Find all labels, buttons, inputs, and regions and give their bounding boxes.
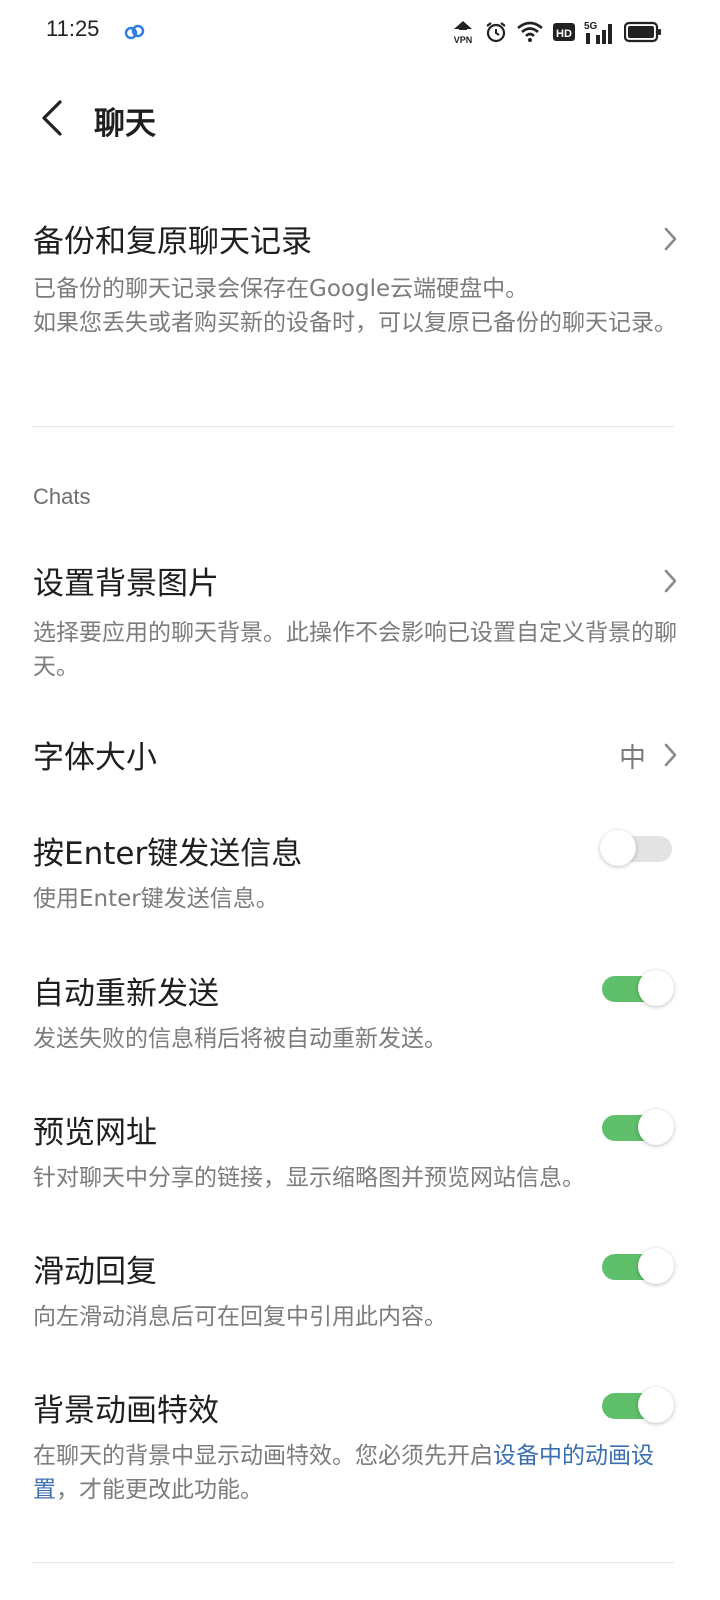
enter-send-title: 按Enter键发送信息 [33,836,303,872]
divider [32,426,674,427]
font-size-row[interactable]: 字体大小 中 [0,726,720,786]
status-icons: VPN HD 5G [450,18,662,46]
bg-animation-title: 背景动画特效 [33,1393,219,1429]
toggle-knob [638,1248,674,1284]
url-preview-title: 预览网址 [33,1115,157,1151]
svg-text:HD: HD [556,28,572,40]
url-preview-subtitle: 针对聊天中分享的链接，显示缩略图并预览网站信息。 [33,1165,585,1191]
url-preview-row: 预览网址 针对聊天中分享的链接，显示缩略图并预览网站信息。 [0,1101,720,1201]
set-background-subtitle: 选择要应用的聊天背景。此操作不会影响已设置自定义背景的聊天。 [33,620,677,680]
font-size-value: 中 [619,743,646,774]
cloud-sync-icon [124,22,146,40]
backup-restore-title: 备份和复原聊天记录 [33,224,312,260]
svg-text:5G: 5G [584,21,598,32]
toggle-knob [638,1387,674,1423]
app-header: 聊天 [0,84,720,154]
backup-restore-subtitle: 已备份的聊天记录会保存在Google云端硬盘中。 如果您丢失或者购买新的设备时，… [33,276,677,336]
bg-animation-toggle[interactable] [602,1387,674,1423]
chevron-left-icon [42,100,62,136]
font-size-title: 字体大小 [33,740,157,776]
chevron-right-icon [664,227,677,251]
enter-send-subtitle: 使用Enter键发送信息。 [33,886,279,912]
set-background-title: 设置背景图片 [33,566,219,602]
auto-resend-title: 自动重新发送 [33,976,219,1012]
alarm-icon [484,20,508,44]
divider [32,1562,674,1563]
hd-icon: HD [552,21,576,43]
swipe-reply-toggle[interactable] [602,1248,674,1284]
swipe-reply-subtitle: 向左滑动消息后可在回复中引用此内容。 [33,1304,447,1330]
back-button[interactable] [30,96,74,140]
bg-animation-subtitle-end: ，才能更改此功能。 [56,1477,263,1503]
enter-send-row: 按Enter键发送信息 使用Enter键发送信息。 [0,822,720,922]
toggle-knob [638,1109,674,1145]
toggle-knob [638,970,674,1006]
url-preview-toggle[interactable] [602,1109,674,1145]
bg-animation-subtitle: 在聊天的背景中显示动画特效。您必须先开启设备中的动画设置，才能更改此功能。 [33,1439,678,1507]
auto-resend-row: 自动重新发送 发送失败的信息稍后将被自动重新发送。 [0,962,720,1062]
status-time: 11:25 [46,16,100,41]
chevron-right-icon [664,743,677,767]
auto-resend-subtitle: 发送失败的信息稍后将被自动重新发送。 [33,1026,447,1052]
battery-icon [624,21,662,43]
wifi-icon [516,20,544,44]
swipe-reply-row: 滑动回复 向左滑动消息后可在回复中引用此内容。 [0,1240,720,1340]
bg-animation-subtitle-text: 在聊天的背景中显示动画特效。您必须先开启 [33,1443,493,1469]
toggle-knob [600,830,636,866]
chevron-right-icon [664,569,677,593]
swipe-reply-title: 滑动回复 [33,1254,157,1290]
set-background-row[interactable]: 设置背景图片 选择要应用的聊天背景。此操作不会影响已设置自定义背景的聊天。 [0,552,720,682]
5g-signal-icon: 5G [584,19,616,45]
section-label-chats: Chats [33,484,91,509]
enter-send-toggle[interactable] [600,830,672,866]
svg-text:VPN: VPN [454,35,473,45]
vpn-icon: VPN [450,18,476,46]
auto-resend-toggle[interactable] [602,970,674,1006]
backup-restore-row[interactable]: 备份和复原聊天记录 已备份的聊天记录会保存在Google云端硬盘中。 如果您丢失… [0,210,720,380]
bg-animation-row: 背景动画特效 在聊天的背景中显示动画特效。您必须先开启设备中的动画设置，才能更改… [0,1379,720,1519]
page-title: 聊天 [94,106,156,142]
status-bar: 11:25 VPN HD 5G [0,0,720,64]
